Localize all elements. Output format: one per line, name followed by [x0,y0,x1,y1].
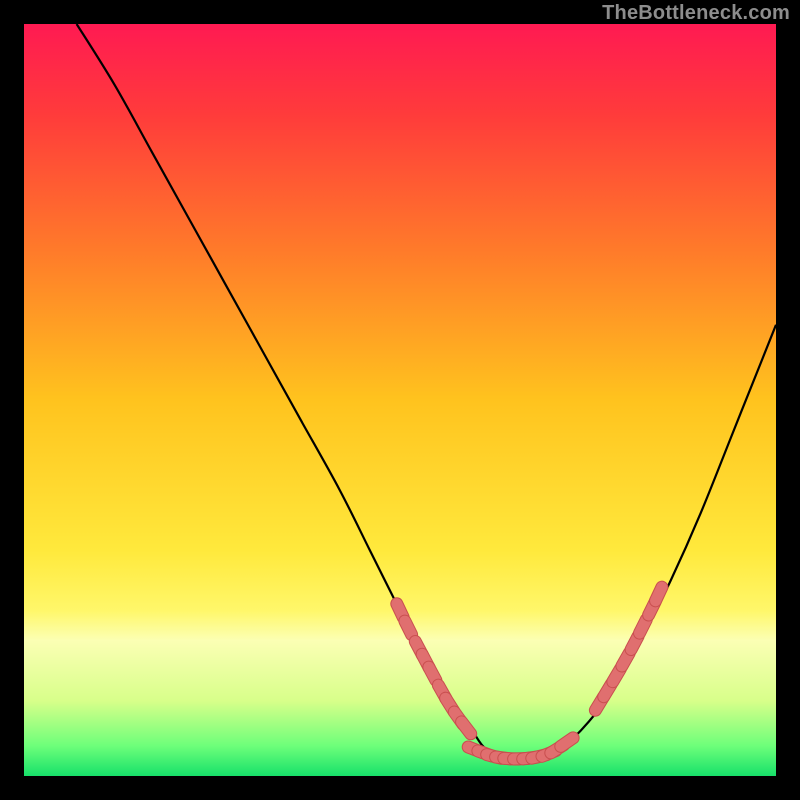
marker-cluster-right [595,587,662,710]
curve-marker [640,620,647,634]
curve-layer [24,24,776,776]
curve-marker [405,621,412,635]
marker-cluster-left [397,604,471,734]
curve-marker [656,587,662,601]
chart-frame: TheBottleneck.com [0,0,800,800]
watermark-text: TheBottleneck.com [602,2,790,25]
plot-area [24,24,776,776]
curve-marker [561,738,573,747]
curve-marker [429,667,436,680]
marker-cluster-bottom [468,738,573,759]
curve-marker [462,722,471,734]
